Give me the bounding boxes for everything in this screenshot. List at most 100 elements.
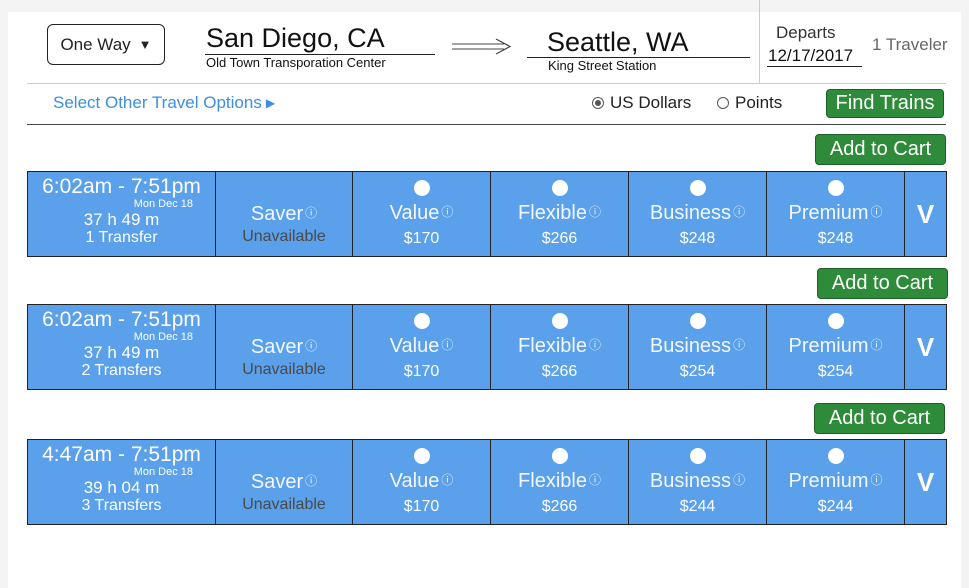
fare-option-premium[interactable]: Premium ⓘ $254 xyxy=(767,305,905,389)
fare-option-value[interactable]: Value ⓘ $170 xyxy=(353,172,491,256)
info-icon[interactable]: ⓘ xyxy=(441,473,453,487)
info-icon[interactable]: ⓘ xyxy=(733,205,745,219)
fare-class-name: Value xyxy=(389,470,440,492)
fare-class-name: Premium xyxy=(788,470,869,492)
fare-select-radio[interactable] xyxy=(413,313,430,329)
train-result-row: 4:47am - 7:51pm Mon Dec 18 39 h 04 m 3 T… xyxy=(27,439,947,525)
info-icon[interactable]: ⓘ xyxy=(733,338,745,352)
train-result-row: 6:02am - 7:51pm Mon Dec 18 37 h 49 m 2 T… xyxy=(27,304,947,390)
time-range: 4:47am - 7:51pm xyxy=(42,443,201,466)
trip-type-select[interactable]: One Way ▼ xyxy=(47,24,165,65)
fare-price: $248 xyxy=(679,230,716,247)
add-to-cart-button[interactable]: Add to Cart xyxy=(817,268,948,299)
other-travel-options-label: Select Other Travel Options xyxy=(53,93,262,112)
trip-summary[interactable]: 6:02am - 7:51pm Mon Dec 18 37 h 49 m 2 T… xyxy=(28,305,216,389)
other-travel-options-link[interactable]: Select Other Travel Options ▶ xyxy=(53,93,275,113)
fare-option-saver: Saver ⓘ Unavailable xyxy=(216,305,353,389)
fare-price: $244 xyxy=(679,498,716,515)
fare-option-saver: Saver ⓘ Unavailable xyxy=(216,172,353,256)
traveler-count[interactable]: 1 Traveler xyxy=(872,35,948,55)
fare-select-radio[interactable] xyxy=(689,313,706,329)
header-rule xyxy=(27,83,946,84)
fare-option-business[interactable]: Business ⓘ $254 xyxy=(629,305,767,389)
trip-summary[interactable]: 6:02am - 7:51pm Mon Dec 18 37 h 49 m 1 T… xyxy=(28,172,216,256)
find-trains-button[interactable]: Find Trains xyxy=(826,89,944,118)
fare-price: $254 xyxy=(679,363,716,380)
fare-class-name: Flexible xyxy=(518,470,587,492)
info-icon[interactable]: ⓘ xyxy=(305,339,317,353)
fare-class-name: Saver xyxy=(250,336,304,358)
fare-option-value[interactable]: Value ⓘ $170 xyxy=(353,440,491,524)
trip-date: Mon Dec 18 xyxy=(133,466,193,478)
chevron-down-icon: ▼ xyxy=(138,37,152,52)
fare-select-radio[interactable] xyxy=(689,180,706,196)
expand-chevron-icon[interactable]: V xyxy=(905,440,946,524)
radio-selected-icon xyxy=(592,97,604,109)
info-icon[interactable]: ⓘ xyxy=(305,474,317,488)
fare-option-premium[interactable]: Premium ⓘ $248 xyxy=(767,172,905,256)
fare-option-value[interactable]: Value ⓘ $170 xyxy=(353,305,491,389)
info-icon[interactable]: ⓘ xyxy=(733,473,745,487)
fare-class-name: Saver xyxy=(250,471,304,493)
fare-class-name: Business xyxy=(649,202,732,224)
fare-option-flexible[interactable]: Flexible ⓘ $266 xyxy=(491,305,629,389)
info-icon[interactable]: ⓘ xyxy=(441,205,453,219)
departs-date[interactable]: 12/17/2017 xyxy=(768,46,853,66)
add-to-cart-button[interactable]: Add to Cart xyxy=(814,403,945,434)
fare-select-radio[interactable] xyxy=(413,448,430,464)
origin-city[interactable]: San Diego, CA xyxy=(206,25,385,52)
fare-class-name: Premium xyxy=(788,202,869,224)
fare-option-flexible[interactable]: Flexible ⓘ $266 xyxy=(491,440,629,524)
currency-usd-option[interactable]: US Dollars xyxy=(592,93,691,113)
fare-select-radio[interactable] xyxy=(551,313,568,329)
currency-points-option[interactable]: Points xyxy=(717,93,782,113)
fare-class-name: Flexible xyxy=(518,335,587,357)
info-icon[interactable]: ⓘ xyxy=(589,338,601,352)
top-strip xyxy=(0,0,969,12)
fare-select-radio[interactable] xyxy=(689,448,706,464)
fare-option-business[interactable]: Business ⓘ $248 xyxy=(629,172,767,256)
fare-class-name: Premium xyxy=(788,335,869,357)
fare-select-radio[interactable] xyxy=(551,448,568,464)
options-rule xyxy=(27,124,946,125)
info-icon[interactable]: ⓘ xyxy=(871,205,883,219)
fare-class-name: Business xyxy=(649,335,732,357)
fare-option-flexible[interactable]: Flexible ⓘ $266 xyxy=(491,172,629,256)
fare-class-name: Value xyxy=(389,335,440,357)
info-icon[interactable]: ⓘ xyxy=(589,473,601,487)
header-divider xyxy=(759,0,760,84)
fare-select-radio[interactable] xyxy=(827,313,844,329)
fare-select-radio[interactable] xyxy=(413,180,430,196)
trip-duration: 39 h 04 m xyxy=(83,478,160,498)
fare-price: $266 xyxy=(541,363,578,380)
fare-option-saver: Saver ⓘ Unavailable xyxy=(216,440,353,524)
info-icon[interactable]: ⓘ xyxy=(441,338,453,352)
info-icon[interactable]: ⓘ xyxy=(305,206,317,220)
fare-price: $170 xyxy=(403,363,440,380)
trip-duration: 37 h 49 m xyxy=(83,210,160,230)
currency-usd-label: US Dollars xyxy=(610,93,692,112)
fare-select-radio[interactable] xyxy=(827,180,844,196)
fare-price: $266 xyxy=(541,230,578,247)
info-icon[interactable]: ⓘ xyxy=(871,338,883,352)
destination-city[interactable]: Seattle, WA xyxy=(547,29,689,56)
triangle-right-icon: ▶ xyxy=(265,96,276,110)
trip-duration: 37 h 49 m xyxy=(83,343,160,363)
fare-select-radio[interactable] xyxy=(827,448,844,464)
info-icon[interactable]: ⓘ xyxy=(589,205,601,219)
fare-price: Unavailable xyxy=(242,496,326,513)
trip-date: Mon Dec 18 xyxy=(133,331,193,343)
fare-option-premium[interactable]: Premium ⓘ $244 xyxy=(767,440,905,524)
fare-select-radio[interactable] xyxy=(551,180,568,196)
time-range: 6:02am - 7:51pm xyxy=(42,175,201,198)
transfer-count: 2 Transfers xyxy=(81,361,162,379)
info-icon[interactable]: ⓘ xyxy=(871,473,883,487)
add-to-cart-button[interactable]: Add to Cart xyxy=(815,134,946,165)
fare-price: $266 xyxy=(541,498,578,515)
departs-underline xyxy=(767,66,862,67)
expand-chevron-icon[interactable]: V xyxy=(905,172,946,256)
destination-station: King Street Station xyxy=(548,58,657,73)
trip-summary[interactable]: 4:47am - 7:51pm Mon Dec 18 39 h 04 m 3 T… xyxy=(28,440,216,524)
fare-option-business[interactable]: Business ⓘ $244 xyxy=(629,440,767,524)
expand-chevron-icon[interactable]: V xyxy=(905,305,946,389)
